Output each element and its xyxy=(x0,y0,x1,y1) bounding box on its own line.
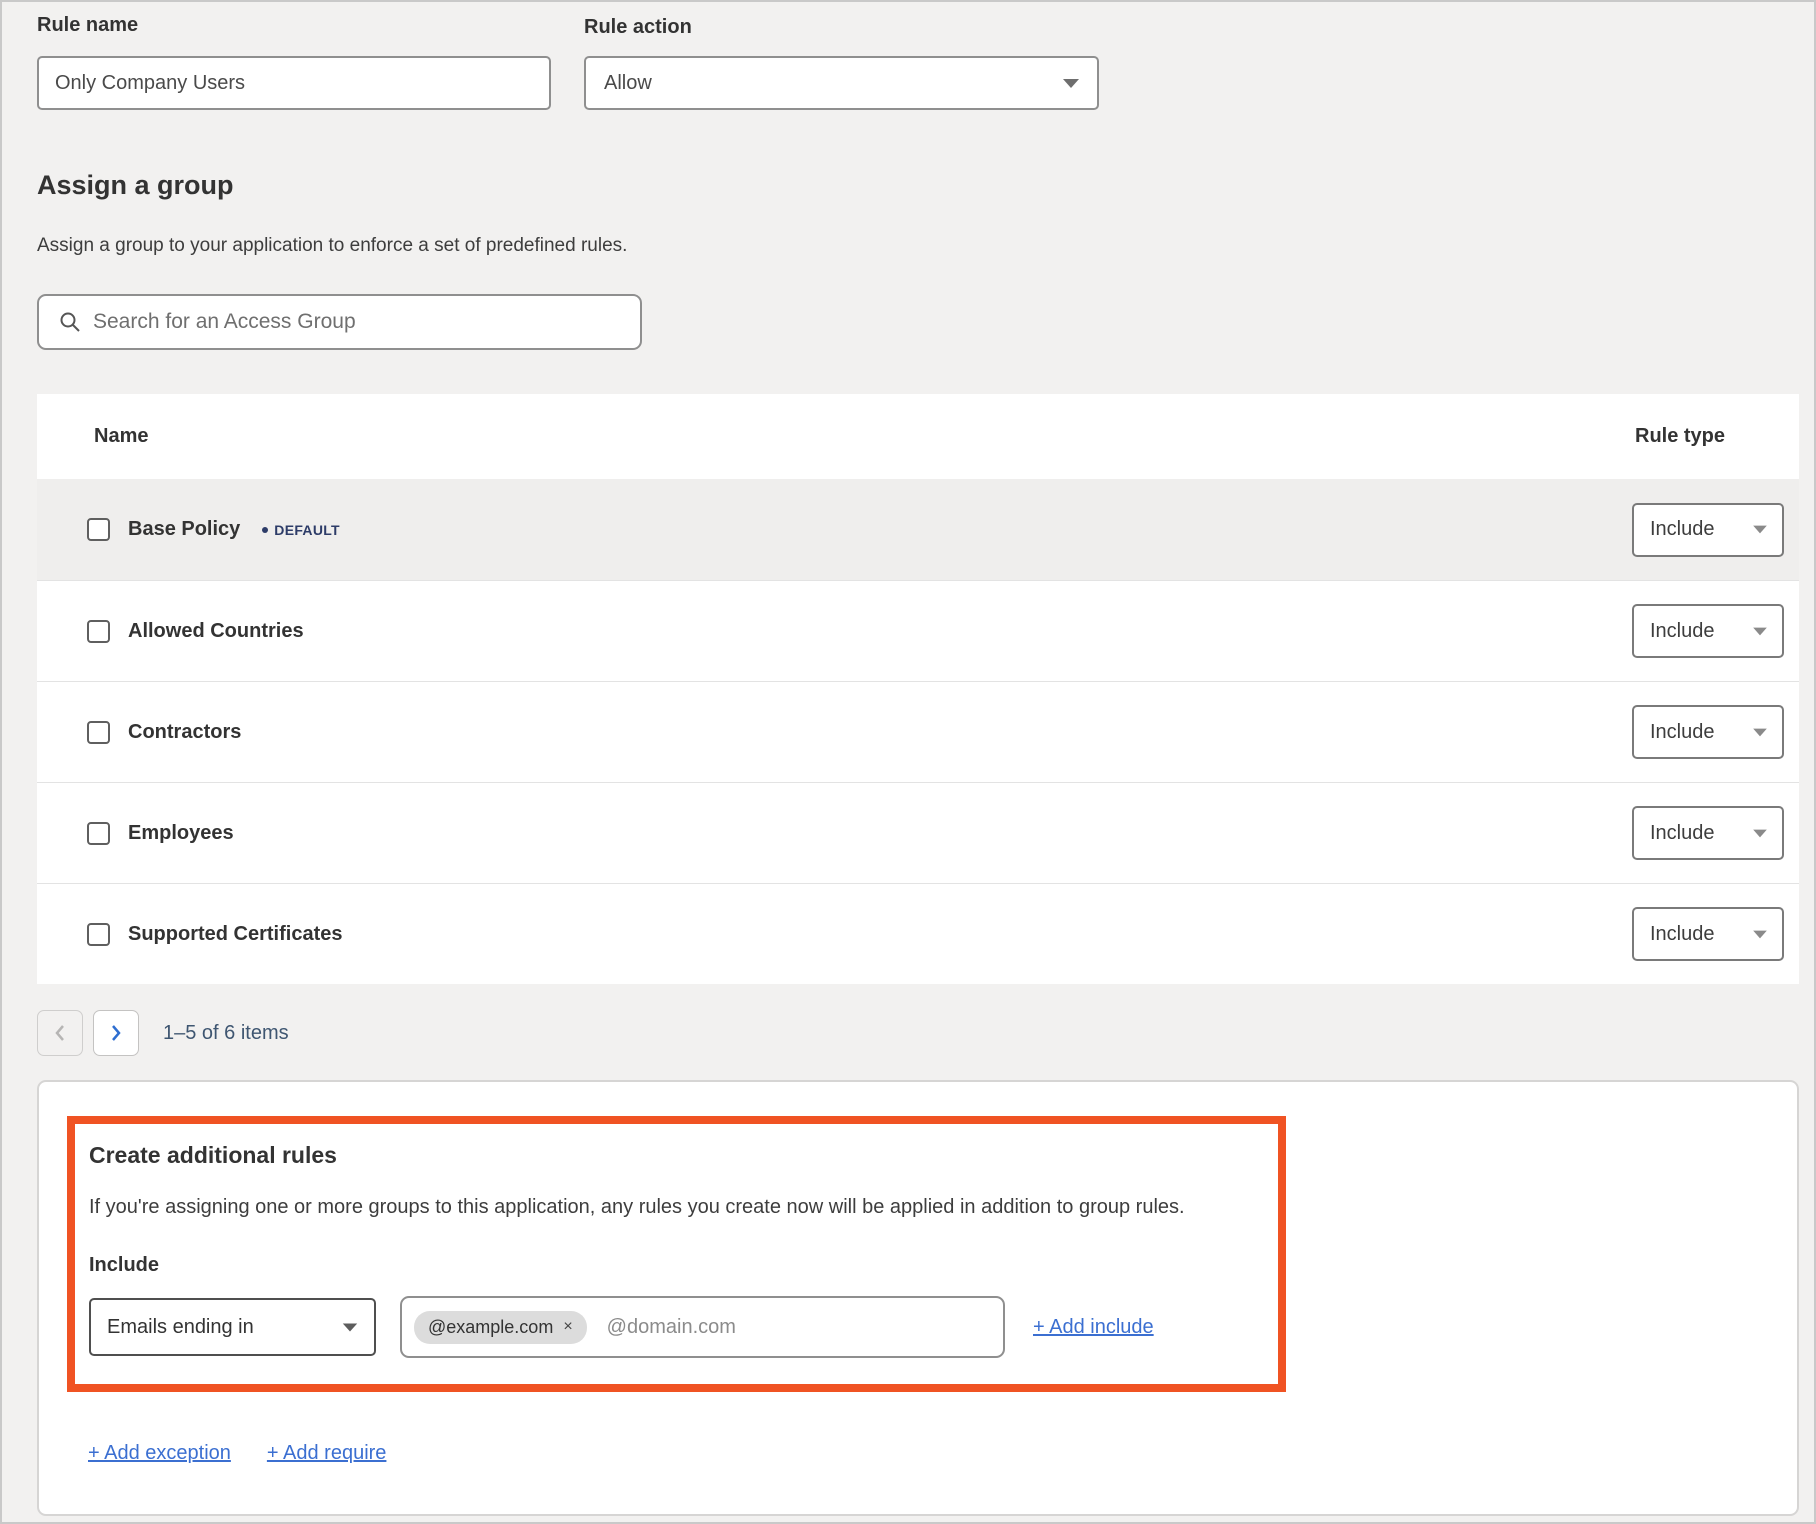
row-name: Base Policy xyxy=(128,518,240,541)
row-checkbox[interactable] xyxy=(87,721,110,744)
chip-remove-icon[interactable]: × xyxy=(563,1319,572,1335)
row-name: Contractors xyxy=(128,721,241,744)
search-icon xyxy=(59,311,81,333)
default-badge: DEFAULT xyxy=(262,522,340,538)
chevron-down-icon xyxy=(1753,627,1767,635)
chevron-left-icon xyxy=(53,1023,67,1043)
previous-page-button[interactable] xyxy=(37,1010,83,1056)
row-name: Employees xyxy=(128,822,234,845)
email-domain-chip: @example.com × xyxy=(414,1311,587,1344)
rule-name-input[interactable] xyxy=(39,58,549,108)
rule-selector-value: Emails ending in xyxy=(107,1316,254,1339)
rule-type-select[interactable]: Include xyxy=(1632,907,1784,961)
rule-type-select[interactable]: Include xyxy=(1632,705,1784,759)
table-row: Base Policy DEFAULT Include xyxy=(37,479,1799,580)
search-input[interactable] xyxy=(91,309,626,335)
assign-group-description: Assign a group to your application to en… xyxy=(37,235,627,257)
email-domain-tag-input: @example.com × xyxy=(400,1296,1005,1358)
table-row: Employees Include xyxy=(37,782,1799,883)
add-include-link[interactable]: + Add include xyxy=(1033,1316,1154,1339)
chevron-down-icon xyxy=(343,1323,357,1331)
chevron-down-icon xyxy=(1753,526,1767,534)
rule-name-field xyxy=(37,56,551,110)
rule-type-value: Include xyxy=(1650,721,1715,744)
next-page-button[interactable] xyxy=(93,1010,139,1056)
pagination: 1–5 of 6 items xyxy=(37,1010,289,1056)
chevron-down-icon xyxy=(1753,829,1767,837)
column-header-rule-type: Rule type xyxy=(1635,425,1799,448)
row-checkbox[interactable] xyxy=(87,620,110,643)
chevron-down-icon xyxy=(1753,930,1767,938)
assign-group-heading: Assign a group xyxy=(37,170,234,201)
chevron-right-icon xyxy=(109,1023,123,1043)
row-name: Supported Certificates xyxy=(128,923,342,946)
rule-action-value: Allow xyxy=(604,72,652,95)
rule-links: + Add exception + Add require xyxy=(88,1442,386,1465)
additional-rules-description: If you're assigning one or more groups t… xyxy=(89,1196,1269,1219)
rule-type-value: Include xyxy=(1650,620,1715,643)
rule-type-value: Include xyxy=(1650,518,1715,541)
column-header-name: Name xyxy=(37,425,1635,448)
rule-type-value: Include xyxy=(1650,822,1715,845)
rule-action-select[interactable]: Allow xyxy=(584,56,1099,110)
pagination-status: 1–5 of 6 items xyxy=(163,1022,289,1045)
rule-type-value: Include xyxy=(1650,923,1715,946)
rule-type-select[interactable]: Include xyxy=(1632,503,1784,557)
include-label: Include xyxy=(89,1254,159,1277)
include-rule-row: Emails ending in @example.com × + Add in… xyxy=(89,1296,1264,1358)
email-domain-input[interactable] xyxy=(605,1315,991,1340)
chevron-down-icon xyxy=(1063,79,1079,88)
row-checkbox[interactable] xyxy=(87,923,110,946)
rule-type-select[interactable]: Include xyxy=(1632,806,1784,860)
add-require-link[interactable]: + Add require xyxy=(267,1442,387,1465)
access-group-search xyxy=(37,294,642,350)
rule-type-select[interactable]: Include xyxy=(1632,604,1784,658)
page: Rule name Rule action Allow Assign a gro… xyxy=(0,0,1816,1524)
add-exception-link[interactable]: + Add exception xyxy=(88,1442,231,1465)
chevron-down-icon xyxy=(1753,728,1767,736)
additional-rules-card: Create additional rules If you're assign… xyxy=(37,1080,1799,1516)
bullet-icon xyxy=(262,527,268,533)
rule-selector-select[interactable]: Emails ending in xyxy=(89,1298,376,1356)
row-name: Allowed Countries xyxy=(128,620,304,643)
additional-rules-heading: Create additional rules xyxy=(89,1142,337,1169)
table-row: Contractors Include xyxy=(37,681,1799,782)
row-checkbox[interactable] xyxy=(87,822,110,845)
chip-label: @example.com xyxy=(428,1317,553,1338)
rule-name-label: Rule name xyxy=(37,14,138,37)
default-badge-label: DEFAULT xyxy=(274,522,340,538)
table-row: Supported Certificates Include xyxy=(37,883,1799,984)
access-group-table: Name Rule type Base Policy DEFAULT Inclu… xyxy=(37,394,1799,984)
table-row: Allowed Countries Include xyxy=(37,580,1799,681)
row-checkbox[interactable] xyxy=(87,518,110,541)
table-header: Name Rule type xyxy=(37,394,1799,479)
rule-action-label: Rule action xyxy=(584,16,692,39)
highlight-box: Create additional rules If you're assign… xyxy=(67,1116,1286,1392)
